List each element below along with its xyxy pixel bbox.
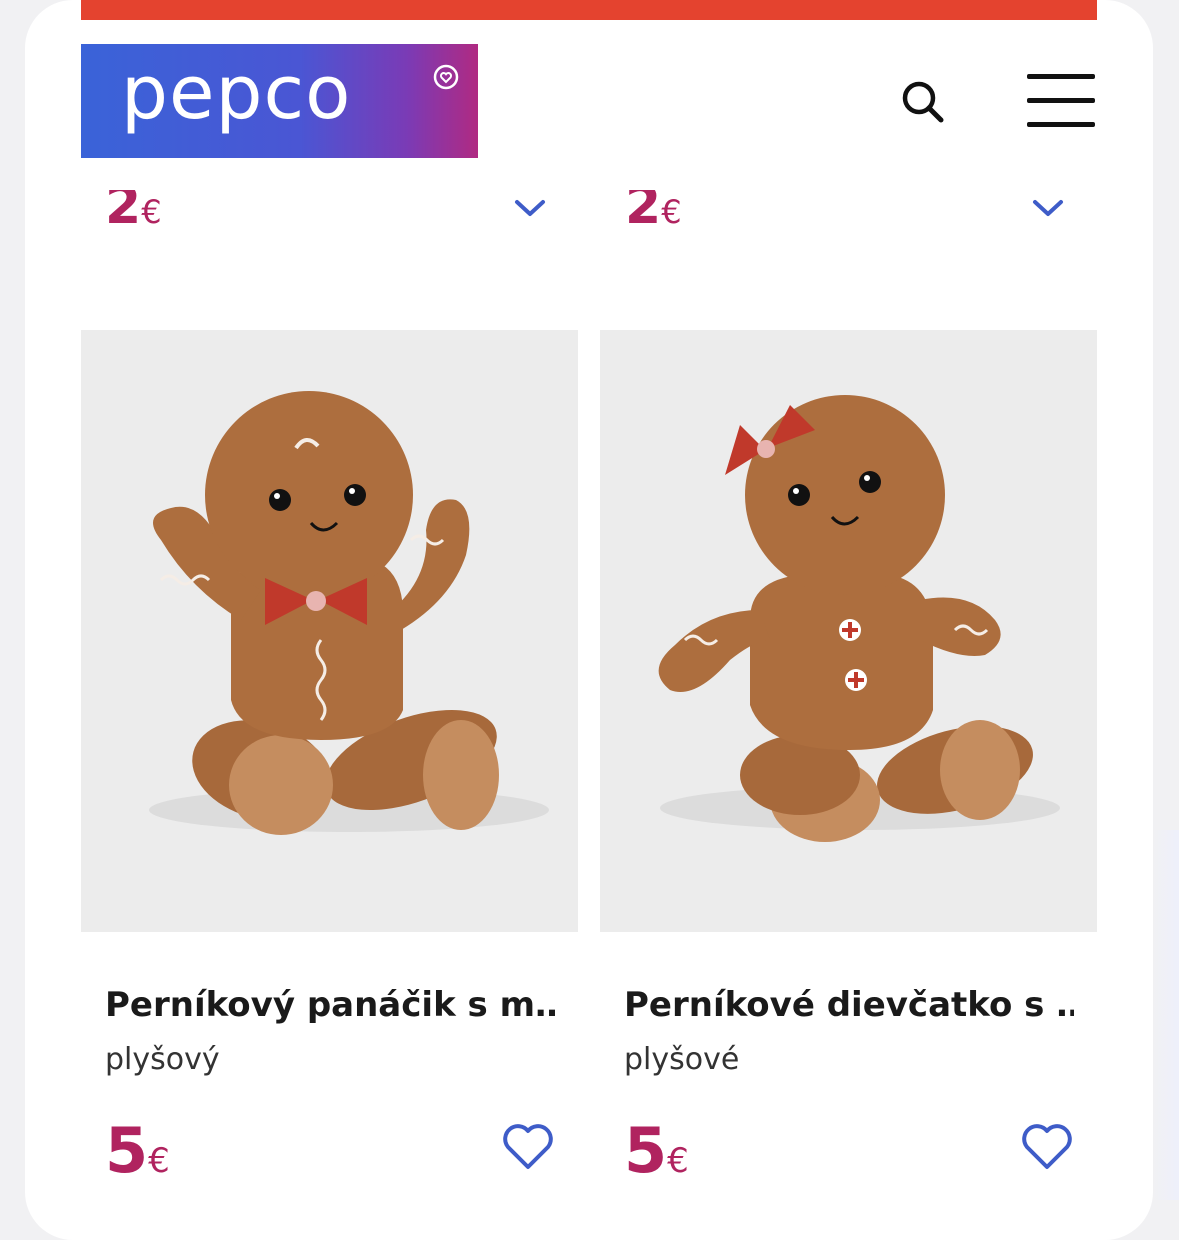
menu-line [1027,122,1095,127]
hamburger-menu-button[interactable] [1021,68,1105,134]
chevron-down-icon[interactable] [1031,196,1065,220]
menu-line [1027,74,1095,79]
product-subtitle: plyšový [105,1042,220,1077]
pepco-logo[interactable]: pepco [81,44,478,158]
price-currency: € [141,193,162,231]
price-number: 5 [105,1114,149,1187]
heart-icon[interactable] [1020,1122,1074,1172]
gingerbread-boy-illustration [149,391,549,835]
price-currency: € [148,1141,170,1181]
price-currency: € [661,193,682,231]
product-title[interactable]: Perníkové dievčatko s … [624,985,1074,1025]
product-price: 5€ [105,1120,170,1182]
product-price: 5€ [624,1120,689,1182]
product-subtitle: plyšové [624,1042,740,1077]
previous-price-2: 2€ [625,190,715,234]
product-title[interactable]: Perníkový panáčik s m… [105,985,555,1025]
menu-line [1027,98,1095,103]
price-number: 5 [624,1114,668,1187]
previous-price-1: 2€ [105,190,195,234]
heart-icon[interactable] [501,1122,555,1172]
price-number: 2 [625,190,662,234]
price-number: 2 [105,190,142,234]
promo-bar[interactable] [81,0,1097,20]
logo-heart-icon [433,64,459,90]
edge-shadow [1153,830,1179,1200]
product-image-gingerbread-boy[interactable] [81,330,578,932]
product-image-gingerbread-girl[interactable] [600,330,1097,932]
product-card[interactable]: Perníkový panáčik s m… plyšový 5€ [81,330,578,1182]
logo-text: pepco [121,50,352,136]
search-icon [902,81,944,123]
page-frame: pepco 2€ 2€ Perníkový panáčik s m… plyšo… [25,0,1153,1240]
search-button[interactable] [891,70,955,134]
chevron-down-icon[interactable] [513,196,547,220]
product-card[interactable]: Perníkové dievčatko s … plyšové 5€ [600,330,1097,1182]
gingerbread-girl-illustration [658,395,1060,842]
price-currency: € [667,1141,689,1181]
